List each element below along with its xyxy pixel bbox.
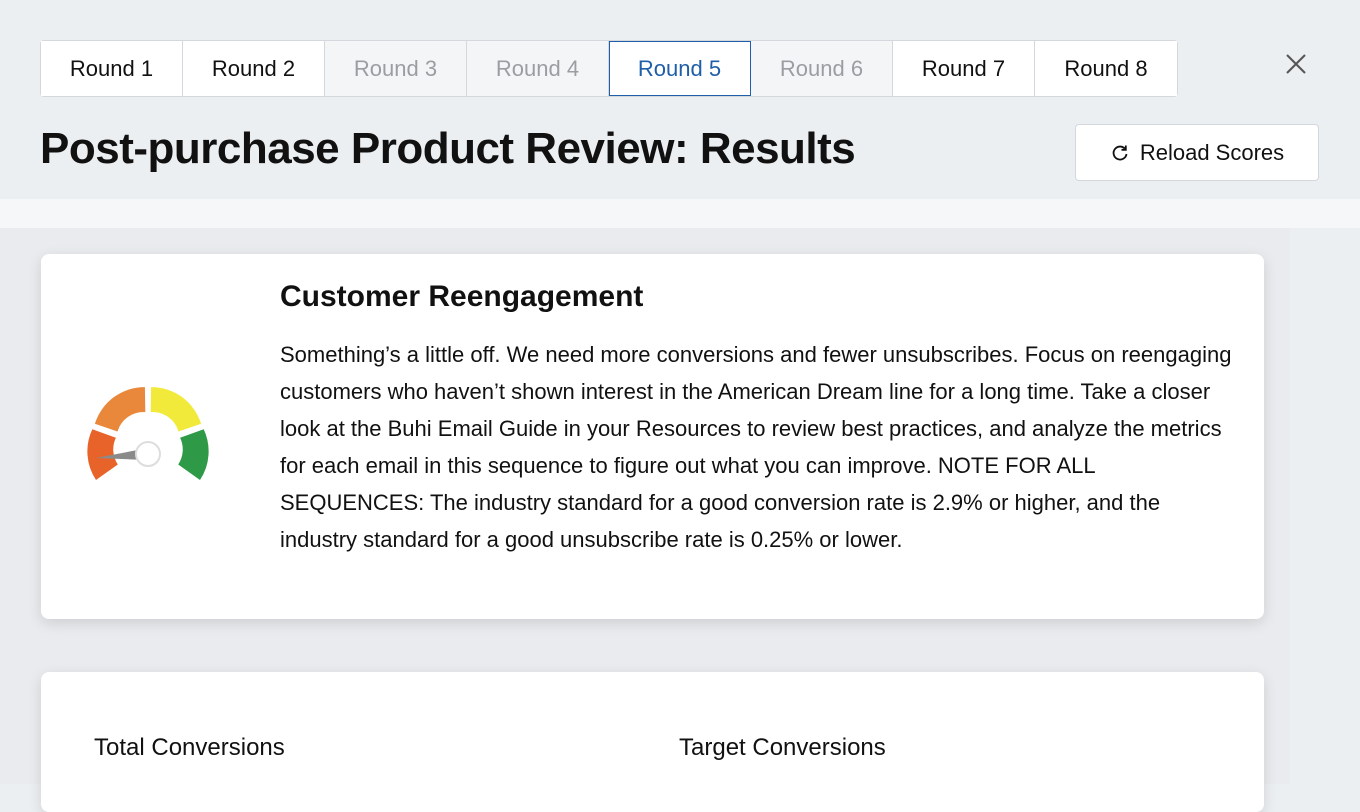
right-rail — [1322, 228, 1360, 784]
round-tabs: Round 1 Round 2 Round 3 Round 4 Round 5 … — [40, 40, 1178, 97]
close-button[interactable] — [1280, 48, 1312, 80]
feedback-body: Something’s a little off. We need more c… — [280, 342, 1232, 552]
feedback-title: Customer Reengagement — [280, 280, 644, 313]
gauge-icon — [87, 387, 209, 480]
close-icon — [1286, 54, 1306, 74]
tab-round-4[interactable]: Round 4 — [467, 41, 609, 96]
page-title: Post-purchase Product Review: Results — [40, 124, 856, 173]
tab-round-5[interactable]: Round 5 — [609, 41, 751, 96]
reload-scores-button[interactable]: Reload Scores — [1075, 124, 1319, 181]
tab-round-7[interactable]: Round 7 — [893, 41, 1035, 96]
tab-round-3[interactable]: Round 3 — [325, 41, 467, 96]
tab-round-1[interactable]: Round 1 — [41, 41, 183, 96]
tab-round-8[interactable]: Round 8 — [1035, 41, 1177, 96]
header-divider — [0, 199, 1360, 228]
tab-round-6[interactable]: Round 6 — [751, 41, 893, 96]
tab-round-2[interactable]: Round 2 — [183, 41, 325, 96]
reload-scores-label: Reload Scores — [1139, 139, 1285, 165]
total-conversions-label: Total Conversions — [94, 734, 285, 761]
refresh-icon — [1110, 143, 1130, 163]
results-header: Round 1 Round 2 Round 3 Round 4 Round 5 … — [0, 0, 1360, 199]
target-conversions-label: Target Conversions — [679, 734, 886, 761]
